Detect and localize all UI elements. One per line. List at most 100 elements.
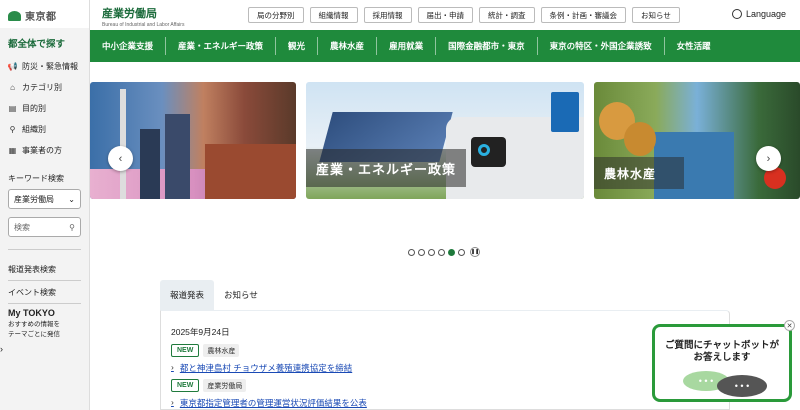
sidebar-item-disaster[interactable]: 📢 防災・緊急情報: [0, 56, 89, 77]
press-release-search-link[interactable]: 報道発表検索: [0, 258, 89, 280]
chatbot-text: ご質問にチャットボットが お答えします: [655, 340, 789, 364]
top-link-recruitment[interactable]: 採用情報: [363, 7, 412, 23]
chatbot-text-line1: ご質問にチャットボットが: [665, 340, 779, 351]
top-link-ordinances[interactable]: 条例・計画・審議会: [540, 7, 626, 23]
top-links: 局の分野別 組織情報 採用情報 届出・申請 統計・調査 条例・計画・審議会 お知…: [248, 7, 680, 23]
nav-women[interactable]: 女性活躍: [665, 37, 723, 55]
news-date: 2025年9月24日: [171, 327, 230, 337]
sidebar-item-label: カテゴリ別: [22, 83, 62, 92]
bureau-logo[interactable]: 産業労働局 Bureau of Industrial and Labor Aff…: [102, 5, 184, 28]
search-placeholder: 検索: [14, 222, 30, 232]
event-search-link[interactable]: イベント検索: [0, 281, 89, 303]
chevron-down-icon: ⌄: [68, 194, 75, 204]
news-title[interactable]: 都と神津島村 チョウザメ養殖連携協定を締結: [180, 362, 352, 374]
new-badge: NEW: [171, 344, 200, 357]
charger-ring-image: [478, 144, 490, 156]
top-link-statistics[interactable]: 統計・調査: [479, 7, 535, 23]
mytokyo-desc-2: テーマごとに発信: [8, 331, 60, 338]
bureau-select[interactable]: 産業労働局 ⌄: [8, 189, 81, 209]
left-sidebar: 東京都 都全体で探す 📢 防災・緊急情報 ⌂ カテゴリ別 ▤ 目的別 ⚲ 組織別…: [0, 0, 90, 410]
tokyo-logo[interactable]: 東京都: [0, 0, 89, 28]
sidebar-item-purpose[interactable]: ▤ 目的別: [0, 98, 89, 119]
news-panel: 2025年9月24日 NEW 農林水産 › 都と神津島村 チョウザメ養殖連携協定…: [160, 310, 730, 410]
ginkgo-logo-icon: [8, 10, 21, 21]
tower-image: [120, 89, 126, 199]
nav-sme-support[interactable]: 中小企業支援: [90, 37, 167, 55]
carousel-dot[interactable]: [438, 248, 445, 256]
mytokyo-link[interactable]: My TOKYO おすすめの情報を テーマごとに発信: [0, 304, 89, 344]
nav-finance-city[interactable]: 国際金融都市・東京: [436, 37, 538, 55]
ev-sign-image: [551, 92, 579, 132]
news-title[interactable]: 東京都指定管理者の管理運営状況評価結果を公表: [180, 397, 367, 409]
keyword-search-label: キーワード検索: [8, 174, 64, 183]
top-link-applications[interactable]: 届出・申請: [417, 7, 473, 23]
building-image: [165, 114, 190, 199]
new-badge: NEW: [171, 379, 200, 392]
slide-caption: 産業・エネルギー政策: [306, 149, 466, 187]
chevron-right-icon: ›: [171, 397, 174, 407]
divider: [8, 249, 81, 250]
hero-carousel: 産業・エネルギー政策 農林水産: [90, 82, 800, 199]
bureau-name-en: Bureau of Industrial and Labor Affairs: [102, 22, 185, 28]
news-item-tags: NEW 産業労働局: [171, 379, 247, 392]
nav-special-zone[interactable]: 東京の特区・外国企業誘致: [538, 37, 665, 55]
carousel-next-button[interactable]: ›: [756, 146, 781, 171]
main-nav: 中小企業支援 産業・エネルギー政策 観光 農林水産 雇用就業 国際金融都市・東京…: [90, 30, 800, 62]
sidebar-item-business[interactable]: ▦ 事業者の方: [0, 140, 89, 161]
sidebar-item-label: 防災・緊急情報: [22, 62, 78, 71]
globe-icon: [731, 9, 742, 19]
carousel-slide-agriculture[interactable]: 農林水産: [594, 82, 800, 199]
carousel-dot[interactable]: [408, 248, 415, 256]
building-icon: ▦: [8, 146, 17, 155]
top-link-notices[interactable]: お知らせ: [632, 7, 680, 23]
sidebar-item-category[interactable]: ⌂ カテゴリ別: [0, 77, 89, 98]
bureau-select-value: 産業労働局: [14, 194, 54, 204]
megaphone-icon: 📢: [7, 62, 18, 71]
chevron-right-icon: ›: [0, 344, 3, 354]
news-tabs: 報道発表 お知らせ: [160, 280, 268, 310]
news-link[interactable]: › 都と神津島村 チョウザメ養殖連携協定を締結: [171, 362, 352, 374]
tab-notices[interactable]: お知らせ: [214, 280, 268, 310]
search-icon[interactable]: ⚲: [69, 223, 75, 232]
carousel-dot-active[interactable]: [448, 248, 455, 256]
chevron-left-icon: ‹: [118, 152, 123, 165]
sidebar-item-label: 事業者の方: [22, 146, 62, 155]
nav-employment[interactable]: 雇用就業: [377, 37, 437, 55]
sidebar-item-label: 目的別: [22, 104, 46, 113]
mytokyo-title: My TOKYO: [8, 308, 55, 318]
pause-icon[interactable]: ❚❚: [470, 247, 480, 257]
sidebar-section-title: 都全体で探す: [8, 39, 66, 50]
header: 産業労働局 Bureau of Industrial and Labor Aff…: [90, 0, 800, 30]
carousel-dot[interactable]: [418, 248, 425, 256]
top-link-fields[interactable]: 局の分野別: [248, 7, 304, 23]
tab-press-release[interactable]: 報道発表: [160, 280, 215, 310]
nav-tourism[interactable]: 観光: [276, 37, 319, 55]
chevron-right-icon: ›: [766, 152, 771, 165]
carousel-prev-button[interactable]: ‹: [108, 146, 133, 171]
slide-caption: 農林水産: [594, 157, 684, 189]
speech-bubble-icon: • • •: [717, 375, 767, 397]
carousel-dot[interactable]: [428, 248, 435, 256]
nav-agriculture[interactable]: 農林水産: [318, 37, 378, 55]
bureau-name-ja: 産業労働局: [102, 8, 157, 20]
top-link-organization[interactable]: 組織情報: [309, 7, 358, 23]
search-input[interactable]: 検索 ⚲: [8, 217, 81, 237]
sidebar-item-label: 組織別: [22, 125, 46, 134]
language-button[interactable]: Language: [731, 9, 786, 19]
tokyo-logo-text: 東京都: [25, 12, 57, 23]
carousel-slide-energy[interactable]: 産業・エネルギー政策: [306, 82, 584, 199]
carousel-indicators: ❚❚: [408, 247, 480, 257]
close-icon[interactable]: ✕: [784, 320, 795, 331]
tag-icon: ⌂: [10, 83, 15, 92]
carousel-dot[interactable]: [458, 248, 465, 256]
sidebar-item-organization[interactable]: ⚲ 組織別: [0, 119, 89, 140]
org-chart-icon: ⚲: [9, 125, 16, 134]
news-link[interactable]: › 東京都指定管理者の管理運営状況評価結果を公表: [171, 397, 367, 409]
chevron-right-icon: ›: [171, 362, 174, 372]
chatbot-widget[interactable]: ご質問にチャットボットが お答えします • • • • • •: [652, 324, 792, 402]
language-label: Language: [745, 9, 786, 19]
carousel-slide-tokyo[interactable]: [90, 82, 296, 199]
mytokyo-desc-1: おすすめの情報を: [8, 321, 60, 328]
category-badge: 産業労働局: [203, 379, 247, 392]
nav-industry-energy[interactable]: 産業・エネルギー政策: [166, 37, 277, 55]
